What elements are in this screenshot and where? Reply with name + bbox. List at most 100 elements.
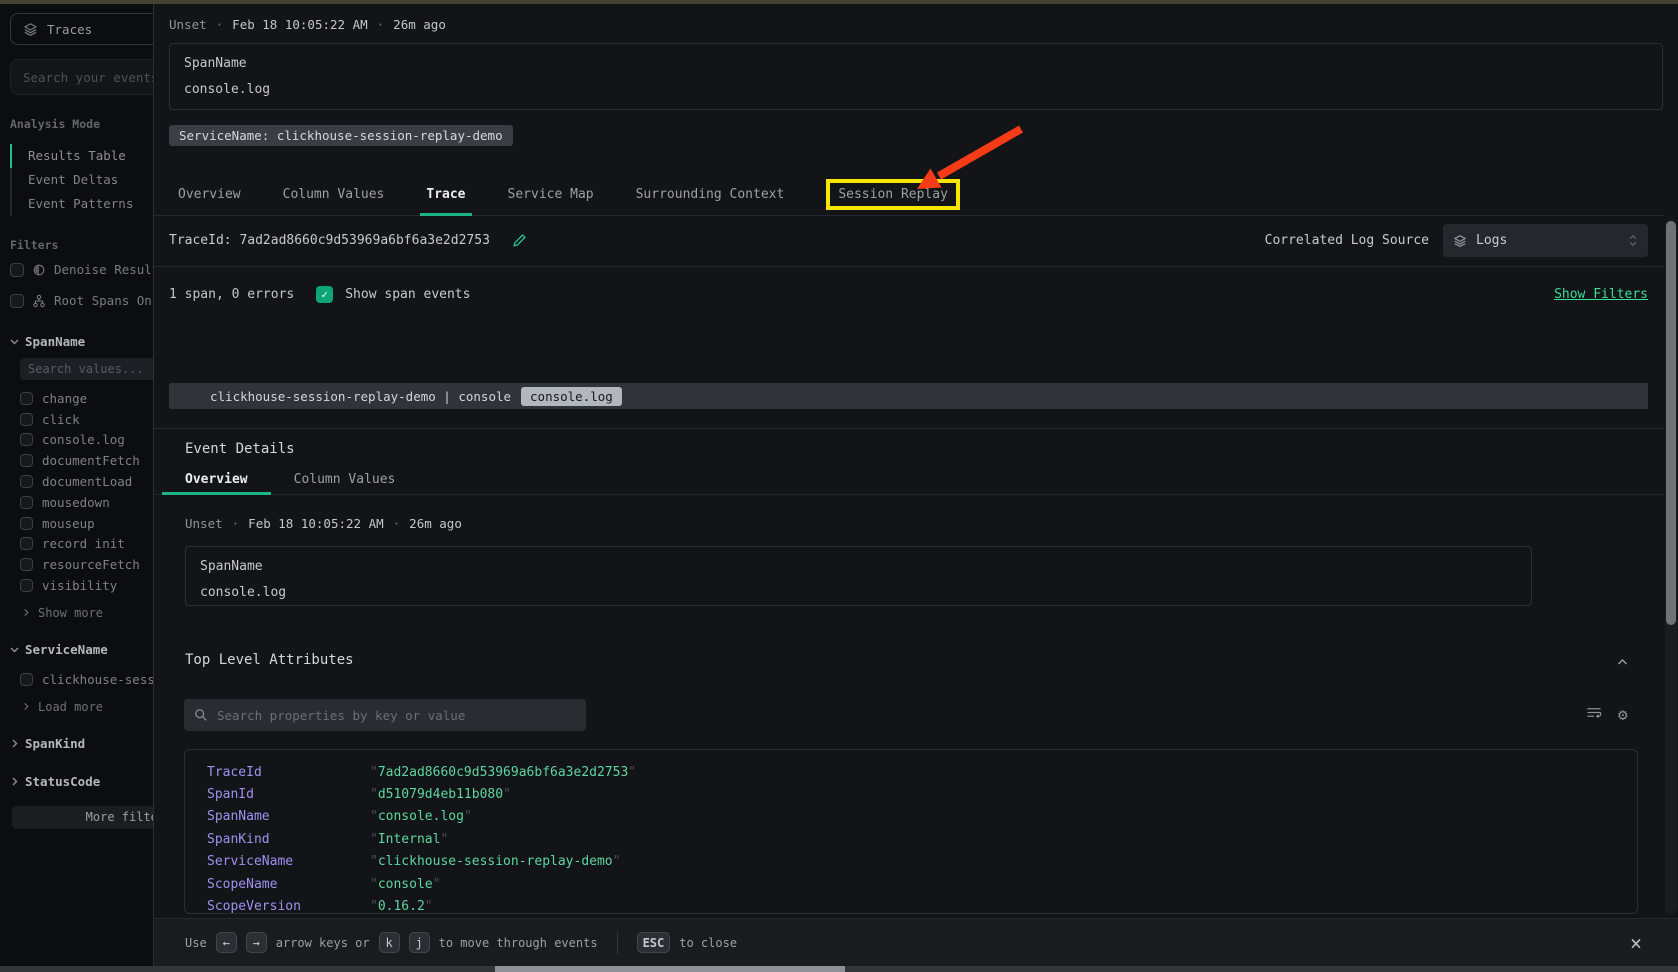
attribute-key[interactable]: ScopeVersion [207,899,370,914]
attribute-value[interactable]: 7ad2ad8660c9d53969a6bf6a3e2d2753 [370,765,636,780]
sidebar-search-input[interactable] [23,70,153,85]
nav-item-event-patterns[interactable]: Event Patterns [10,192,153,216]
hint-text: Use [185,936,207,950]
filter-group-spankind[interactable]: SpanKind [10,733,153,755]
section-divider [154,428,1664,429]
tab-column-values[interactable]: Column Values [283,174,385,215]
wrap-lines-icon[interactable] [1586,705,1602,724]
nav-item-event-deltas[interactable]: Event Deltas [10,168,153,192]
attribute-value[interactable]: 0.16.2 [370,899,433,914]
filter-group-servicename[interactable]: ServiceName [10,639,153,661]
toggle-label: Root Spans Only [54,293,153,308]
attribute-value[interactable]: console [370,877,440,892]
attribute-value[interactable]: console.log [370,809,472,824]
log-source-value: Logs [1476,233,1619,248]
checkbox-icon[interactable] [10,263,24,277]
checkbox-icon[interactable] [20,454,33,467]
source-selector-button[interactable]: Traces [10,13,153,45]
event-tab-column-values[interactable]: Column Values [294,464,396,494]
load-more-link[interactable]: Load more [22,697,153,717]
checkbox-icon[interactable] [20,392,33,405]
close-icon[interactable]: × [1630,931,1642,955]
scrollbar-thumb[interactable] [1666,221,1676,625]
chevron-down-icon [10,645,19,654]
filter-option[interactable]: clickhouse-session-replay-demo [20,669,153,690]
tab-trace[interactable]: Trace [426,174,465,215]
servicename-options: clickhouse-session-replay-demo [10,669,153,690]
analysis-mode-label: Analysis Mode [10,117,153,131]
attribute-value[interactable]: d51079d4eb11b080 [370,787,511,802]
event-side-panel: Unset · Feb 18 10:05:22 AM · 26m ago Spa… [153,4,1678,972]
gear-icon[interactable]: ⚙ [1618,705,1628,724]
filter-option[interactable]: change [20,388,153,409]
event-tab-overview[interactable]: Overview [185,464,248,494]
attribute-key[interactable]: ScopeName [207,877,370,892]
filter-option[interactable]: mouseup [20,513,153,534]
hint-text: to move through events [439,936,598,950]
checkbox-icon[interactable] [20,496,33,509]
checkbox-icon[interactable] [20,517,33,530]
attribute-value[interactable]: clickhouse-session-replay-demo [370,854,620,869]
tab-service-map[interactable]: Service Map [508,174,594,215]
service-name-chip[interactable]: ServiceName: clickhouse-session-replay-d… [169,125,513,146]
checkbox-icon[interactable] [10,294,24,308]
checkbox-icon[interactable] [20,433,33,446]
filter-option[interactable]: documentFetch [20,450,153,471]
filter-option[interactable]: click [20,409,153,430]
checkbox-icon[interactable] [20,579,33,592]
footer-divider [617,932,618,954]
nav-item-results-table[interactable]: Results Table [10,144,153,168]
vertical-scrollbar[interactable] [1665,219,1677,914]
trace-span-bar[interactable]: clickhouse-session-replay-demo | console… [169,383,1648,409]
attribute-key[interactable]: ServiceName [207,854,370,869]
filter-option[interactable]: mousedown [20,492,153,513]
checkbox-icon[interactable] [20,673,33,686]
attribute-key[interactable]: SpanName [207,809,370,824]
hint-text: arrow keys or [276,936,370,950]
attribute-key[interactable]: TraceId [207,765,370,780]
spanname-options: change click console.log documentFetch d… [10,388,153,596]
tab-overview[interactable]: Overview [178,174,241,215]
filter-group-spanname[interactable]: SpanName [10,330,153,352]
log-source-select[interactable]: Logs [1443,224,1648,257]
trace-id-text: TraceId: 7ad2ad8660c9d53969a6bf6a3e2d275… [169,233,490,248]
chevron-updown-icon [1628,233,1638,248]
edit-pencil-icon[interactable] [512,233,527,248]
filter-option[interactable]: visibility [20,575,153,596]
checkbox-icon[interactable] [20,558,33,571]
attribute-key[interactable]: SpanId [207,787,370,802]
relative-time: 26m ago [393,17,446,32]
filter-option[interactable]: documentLoad [20,471,153,492]
checkbox-icon[interactable] [20,413,33,426]
filter-toggle-root-spans[interactable]: Root Spans Only [10,287,153,314]
show-span-events-checkbox[interactable]: ✓ [316,286,333,303]
attributes-tools: ⚙ [1586,705,1628,724]
field-label: SpanName [200,558,1517,575]
attribute-key[interactable]: SpanKind [207,832,370,847]
more-filters-button[interactable]: More filters [12,806,153,829]
spanname-value-search-input[interactable] [28,362,153,376]
checkbox-icon[interactable] [20,475,33,488]
checkbox-icon[interactable] [20,537,33,550]
show-more-link[interactable]: Show more [22,603,153,623]
attribute-row: SpanId d51079d4eb11b080 [207,783,1615,805]
attribute-value[interactable]: Internal [370,832,448,847]
dot-separator: · [377,17,385,32]
collapse-chevron-up-icon[interactable] [1616,652,1629,671]
filter-group-statuscode[interactable]: StatusCode [10,771,153,793]
show-filters-link[interactable]: Show Filters [1554,287,1648,302]
search-icon [194,708,208,722]
attribute-row: ServiceName clickhouse-session-replay-de… [207,851,1615,873]
horizontal-scrollbar-thumb[interactable] [495,966,845,972]
filter-option[interactable]: record init [20,534,153,555]
chevron-right-icon [22,700,30,714]
correlated-log-source-label: Correlated Log Source [1265,233,1429,248]
background-page-bottom-edge [0,966,1678,972]
filter-toggle-denoise[interactable]: Denoise Results [10,256,153,283]
filter-option[interactable]: console.log [20,430,153,451]
tab-surrounding-context[interactable]: Surrounding Context [636,174,785,215]
timestamp: Feb 18 10:05:22 AM [248,516,383,531]
tab-session-replay[interactable]: Session Replay [826,179,960,210]
filter-option[interactable]: resourceFetch [20,554,153,575]
attributes-search-input[interactable] [217,708,576,723]
